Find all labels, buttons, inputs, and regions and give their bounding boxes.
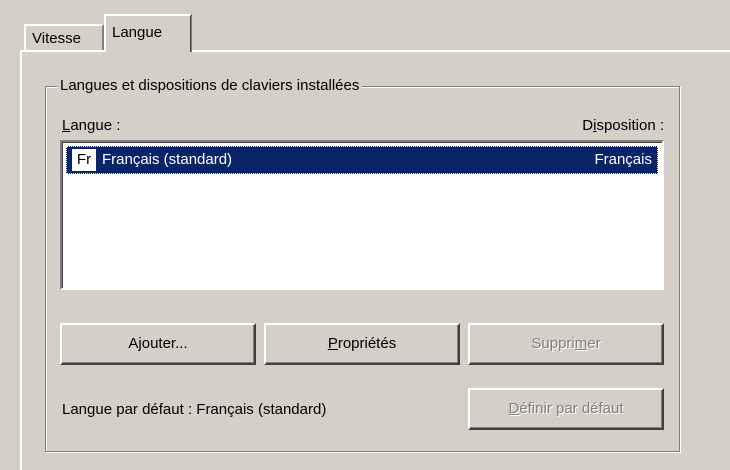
set-default-button-post: éfinir par défaut — [519, 400, 624, 417]
list-item-layout: Français — [594, 151, 652, 168]
list-item[interactable]: Fr Français (standard) Français — [66, 146, 658, 174]
add-button[interactable]: Ajouter... — [60, 323, 256, 365]
groupbox-title: Langues et dispositions de claviers inst… — [57, 76, 363, 96]
remove-button-accesskey: m — [574, 335, 588, 352]
langue-header-text: angue : — [70, 117, 121, 134]
column-header-disposition: Disposition : — [582, 116, 664, 136]
tab-strip: Vitesse Langue — [0, 0, 730, 52]
list-item-language: Français (standard) — [102, 151, 233, 168]
remove-button-pre: Suppri — [531, 335, 575, 352]
add-button-pre: A — [128, 335, 139, 352]
remove-button[interactable]: Supprimer — [468, 323, 664, 365]
properties-button[interactable]: Propriétés — [264, 323, 460, 365]
disposition-header-text: sposition : — [596, 117, 664, 134]
tab-vitesse[interactable]: Vitesse — [24, 24, 104, 51]
default-language-label: Langue par défaut : Français (standard) — [62, 401, 327, 418]
set-default-accesskey: D — [508, 400, 520, 417]
remove-button-post: er — [587, 335, 601, 352]
tab-vitesse-label: Vitesse — [32, 30, 81, 47]
tab-langue-label: Langue — [112, 24, 163, 41]
properties-button-accesskey: P — [327, 335, 338, 352]
set-default-button[interactable]: Définir par défaut — [468, 388, 664, 430]
language-badge-icon: Fr — [72, 149, 96, 171]
properties-button-post: ropriétés — [337, 335, 397, 352]
add-button-post: outer... — [141, 335, 188, 352]
tab-langue[interactable]: Langue — [104, 14, 192, 52]
column-header-langue: Langue : — [62, 116, 120, 136]
disposition-header-pre: D — [582, 117, 594, 134]
installed-languages-list[interactable]: Fr Français (standard) Français — [60, 140, 664, 290]
